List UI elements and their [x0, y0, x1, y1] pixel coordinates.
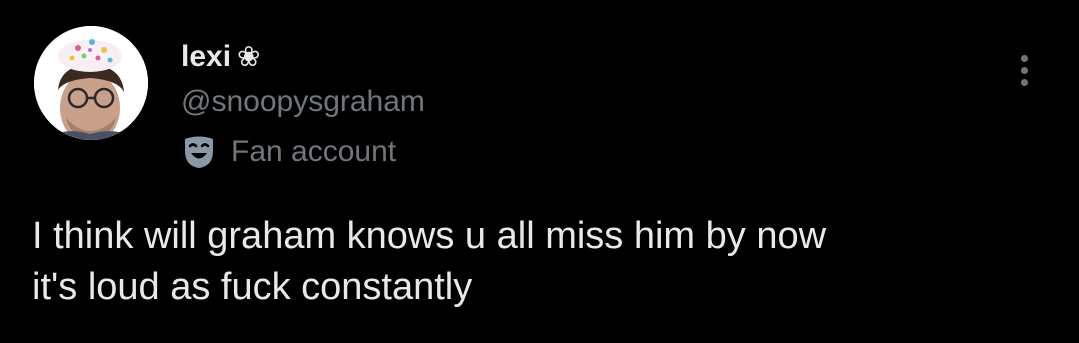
- account-label: Fan account: [181, 133, 396, 171]
- flower-emoji: ❀: [237, 40, 261, 73]
- avatar-image: [34, 26, 148, 140]
- account-label-text: Fan account: [231, 135, 397, 168]
- display-name[interactable]: lexi ❀: [181, 40, 261, 74]
- tweet-text-line: it's loud as fuck constantly: [32, 266, 473, 308]
- more-vertical-icon-dot: [1020, 78, 1028, 86]
- tweet: lexi ❀ @snoopysgraham Fan account I think…: [0, 0, 1079, 343]
- more-vertical-icon-dot: [1020, 66, 1028, 74]
- user-handle[interactable]: @snoopysgraham: [181, 84, 425, 120]
- tweet-text: I think will graham knows u all miss him…: [32, 211, 1042, 313]
- theater-mask-icon: [185, 136, 213, 168]
- more-vertical-icon-dot: [1020, 54, 1028, 62]
- more-options-button[interactable]: [1004, 50, 1044, 90]
- avatar[interactable]: [34, 26, 148, 140]
- display-name-text: lexi: [181, 40, 232, 73]
- tweet-text-line: I think will graham knows u all miss him…: [32, 215, 827, 257]
